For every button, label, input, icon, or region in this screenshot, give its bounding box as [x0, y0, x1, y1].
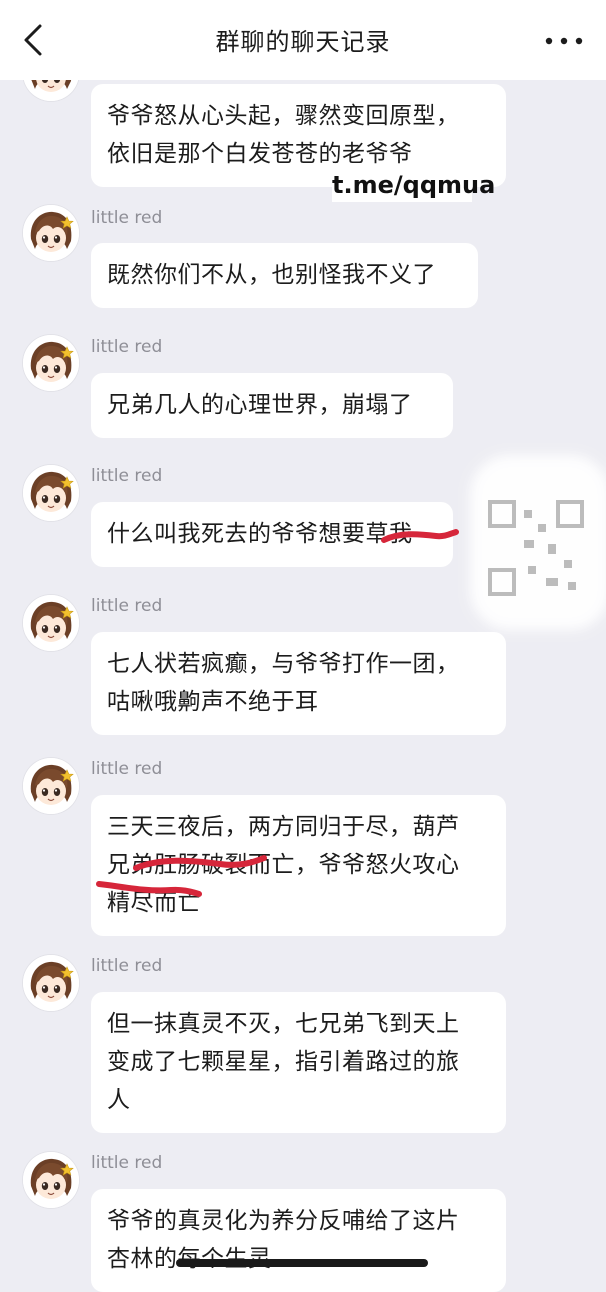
- message-bubble[interactable]: 爷爷的真灵化为养分反哺给了这片杏林的每个生灵: [91, 1189, 506, 1292]
- avatar[interactable]: [23, 595, 79, 651]
- message-bubble[interactable]: 兄弟几人的心理世界，崩塌了: [91, 373, 453, 438]
- sender-name: little red: [91, 956, 163, 976]
- message-text-line: 咕啾哦齁声不绝于耳: [107, 689, 319, 715]
- message-text-line: 兄弟几人的心理世界，崩塌了: [107, 392, 413, 418]
- page-title: 群聊的聊天记录: [215, 28, 391, 56]
- message-text-line: 七人状若疯癫，与爷爷打作一团，: [107, 651, 460, 677]
- avatar[interactable]: [23, 205, 79, 261]
- home-indicator[interactable]: [176, 1259, 428, 1267]
- message-text-line: 既然你们不从，也别怪我不义了: [107, 262, 436, 288]
- message-text-line: 爷爷怒从心头起，骤然变回原型，: [107, 103, 460, 129]
- sender-name: little red: [91, 466, 163, 486]
- avatar[interactable]: [23, 335, 79, 391]
- strike-mark: [96, 881, 202, 897]
- qr-code-icon: [488, 500, 584, 596]
- message-text-line: 变成了七颗星星，指引着路过的旅: [107, 1049, 460, 1075]
- more-dots-icon[interactable]: [542, 26, 586, 56]
- avatar[interactable]: [23, 955, 79, 1011]
- message-text-line: 但一抹真灵不灭，七兄弟飞到天上: [107, 1011, 460, 1037]
- message-bubble[interactable]: 既然你们不从，也别怪我不义了: [91, 243, 478, 308]
- strike-mark: [133, 855, 267, 871]
- sender-name: little red: [91, 1153, 163, 1173]
- watermark-text: t.me/qqmua: [332, 168, 495, 202]
- chat-header: 群聊的聊天记录: [0, 0, 606, 80]
- message-bubble[interactable]: 但一抹真灵不灭，七兄弟飞到天上 变成了七颗星星，指引着路过的旅人: [91, 992, 506, 1133]
- strike-mark: [381, 529, 459, 543]
- avatar[interactable]: [23, 465, 79, 521]
- sender-name: little red: [91, 337, 163, 357]
- avatar[interactable]: [23, 1152, 79, 1208]
- sender-name: little red: [91, 759, 163, 779]
- avatar[interactable]: [23, 758, 79, 814]
- message-bubble[interactable]: 七人状若疯癫，与爷爷打作一团， 咕啾哦齁声不绝于耳: [91, 632, 506, 735]
- message-text-line: 人: [107, 1087, 131, 1113]
- message-text-line: 三天三夜后，两方同归于尽，葫芦: [107, 814, 460, 840]
- sender-name: little red: [91, 208, 163, 228]
- message-text-line: 爷爷的真灵化为养分反哺给了这片: [107, 1208, 460, 1234]
- sender-name: little red: [91, 596, 163, 616]
